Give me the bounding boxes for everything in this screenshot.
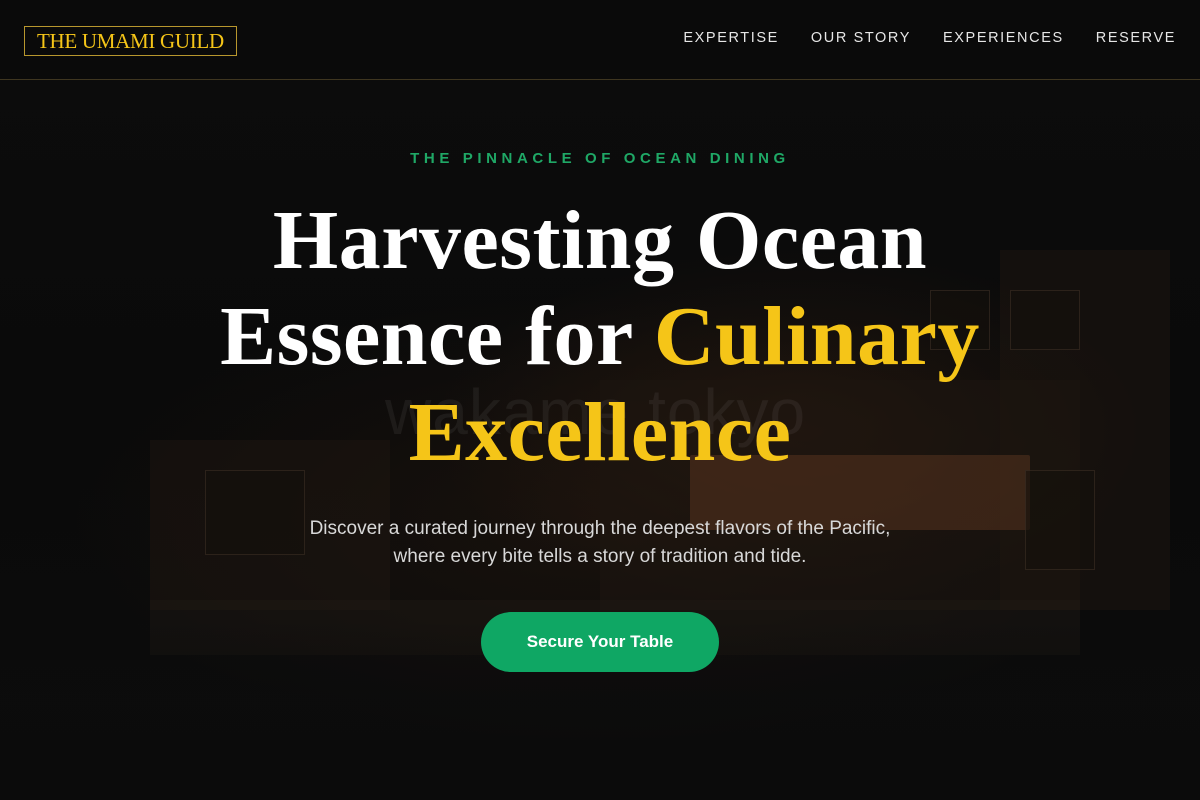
hero-section: THE PINNACLE OF OCEAN DINING Harvesting … (0, 80, 1200, 672)
hero-title: Harvesting Ocean Essence for Culinary Ex… (0, 193, 1200, 481)
hero-title-line-1: Harvesting Ocean (272, 194, 928, 287)
hero-title-accent-culinary: Culinary (653, 290, 980, 383)
nav-item-our-story[interactable]: OUR STORY (811, 30, 911, 46)
hero-subtitle-line-1: Discover a curated journey through the d… (309, 518, 891, 539)
nav-item-reserve[interactable]: RESERVE (1096, 30, 1176, 46)
logo-text: THE UMAMI GUILD (37, 28, 224, 53)
hero-subtitle-line-2: where every bite tells a story of tradit… (393, 546, 807, 567)
secure-table-button[interactable]: Secure Your Table (481, 612, 719, 672)
logo[interactable]: THE UMAMI GUILD (24, 26, 237, 56)
nav-item-expertise[interactable]: EXPERTISE (683, 30, 779, 46)
hero-subtitle: Discover a curated journey through the d… (0, 515, 1200, 571)
hero-title-line-2: Essence for Culinary (0, 289, 1200, 385)
site-header: THE UMAMI GUILD EXPERTISE OUR STORY EXPE… (0, 0, 1200, 80)
hero-eyebrow: THE PINNACLE OF OCEAN DINING (410, 150, 790, 167)
main-nav: EXPERTISE OUR STORY EXPERIENCES RESERVE (683, 30, 1176, 46)
nav-item-experiences[interactable]: EXPERIENCES (943, 30, 1064, 46)
hero-title-accent-excellence: Excellence (408, 386, 792, 479)
hero-title-line-2-plain: Essence for (220, 290, 654, 383)
